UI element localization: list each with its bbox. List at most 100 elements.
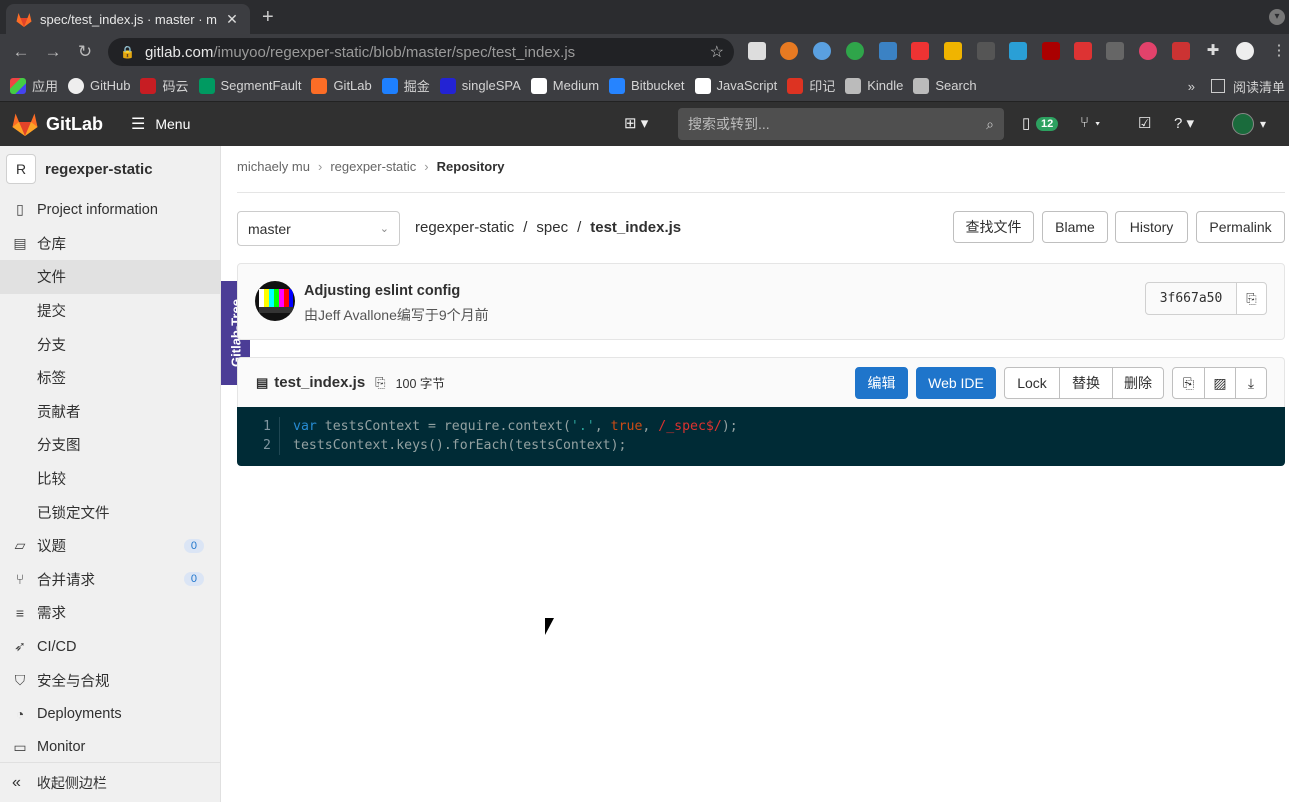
deployments-icon: ◔: [15, 705, 25, 722]
reload-icon[interactable]: ↻: [74, 42, 96, 62]
bookmark-bitbucket[interactable]: Bitbucket: [609, 77, 685, 94]
sidebar-item-merge-requests[interactable]: ⑂ 合并请求 0: [0, 563, 220, 597]
extension-icon[interactable]: [1172, 42, 1190, 60]
bookmark-juejin[interactable]: 掘金: [381, 76, 430, 95]
copy-contents-button[interactable]: ⎘: [1172, 367, 1205, 399]
line-number[interactable]: 2: [237, 438, 279, 453]
reading-list[interactable]: 阅读清单: [1233, 77, 1285, 96]
find-file-button[interactable]: 查找文件: [953, 211, 1034, 243]
blame-button[interactable]: Blame: [1042, 211, 1108, 243]
sidebar-item-commits[interactable]: 提交: [0, 294, 220, 328]
lock-button[interactable]: Lock: [1004, 367, 1060, 399]
extension-icon[interactable]: [1074, 42, 1092, 60]
help-icon[interactable]: ? ▾: [1174, 114, 1194, 132]
lock-icon[interactable]: 🔒: [120, 45, 135, 59]
merge-request-icon[interactable]: ⑂ ▾: [1080, 114, 1102, 131]
address-bar[interactable]: 🔒 gitlab.com /imuyoo/regexper-static/blo…: [108, 38, 734, 66]
commit-sha[interactable]: 3f667a50: [1145, 282, 1237, 315]
history-button[interactable]: History: [1115, 211, 1188, 243]
forward-icon[interactable]: →: [42, 42, 64, 62]
bookmark-star-icon[interactable]: ☆: [710, 42, 724, 62]
extension-icon[interactable]: [977, 42, 995, 60]
breadcrumb-current[interactable]: Repository: [437, 159, 505, 174]
extension-icon[interactable]: [879, 42, 897, 60]
edit-button[interactable]: 编辑: [855, 367, 908, 399]
replace-button[interactable]: 替换: [1059, 367, 1113, 399]
author-avatar[interactable]: [255, 281, 295, 321]
issues-icon[interactable]: ▯: [1022, 114, 1030, 132]
sidebar-item-cicd[interactable]: ➶ CI/CD: [0, 630, 220, 664]
branch-selector[interactable]: master ⌄: [237, 211, 400, 246]
tab-search-icon[interactable]: ▾: [1269, 9, 1285, 25]
puzzle-extensions-icon[interactable]: ✚: [1204, 42, 1222, 60]
bookmark-singlespa[interactable]: singleSPA: [439, 77, 521, 94]
bookmark-gitlab[interactable]: GitLab: [311, 77, 372, 94]
bookmark-yinji[interactable]: 印记: [787, 76, 835, 95]
sidebar-item-requirements[interactable]: ≡ 需求: [0, 596, 220, 630]
commit-title[interactable]: Adjusting eslint config: [304, 283, 460, 299]
user-avatar[interactable]: [1232, 113, 1254, 135]
evernote-icon[interactable]: [846, 42, 864, 60]
extension-icon[interactable]: [1139, 42, 1157, 60]
extension-icon[interactable]: [780, 42, 798, 60]
profile-avatar[interactable]: [1236, 42, 1254, 60]
sidebar-item-contributors[interactable]: 贡献者: [0, 395, 220, 429]
sidebar-item-monitor[interactable]: ▭ Monitor: [0, 731, 220, 765]
open-raw-button[interactable]: ▨: [1204, 367, 1236, 399]
gitlab-logo[interactable]: GitLab: [12, 112, 103, 136]
bookmark-apps[interactable]: 应用: [10, 76, 58, 95]
fe-extension-icon[interactable]: [911, 42, 929, 60]
qr-extension-icon[interactable]: [748, 42, 766, 60]
bookmarks-more-icon[interactable]: »: [1188, 79, 1195, 94]
browser-tab[interactable]: spec/test_index.js · master · m ✕: [6, 4, 250, 34]
collapse-sidebar-button[interactable]: « 收起侧边栏: [0, 762, 220, 802]
sidebar-item-locked-files[interactable]: 已锁定文件: [0, 495, 220, 529]
back-icon[interactable]: ←: [10, 42, 32, 62]
extension-icon[interactable]: [1009, 42, 1027, 60]
bookmark-medium[interactable]: Medium: [530, 77, 599, 94]
menu-button[interactable]: ☰ Menu: [131, 114, 190, 134]
tab-close-icon[interactable]: ✕: [224, 11, 240, 28]
sidebar-item-project-information[interactable]: ▯ Project information: [0, 193, 220, 227]
sidebar-item-issues[interactable]: ▱ 议题 0: [0, 529, 220, 563]
sidebar-item-repository[interactable]: ▤ 仓库: [0, 227, 220, 261]
todo-icon[interactable]: ☑: [1138, 114, 1151, 132]
new-tab-icon[interactable]: +: [262, 6, 274, 29]
sidebar-item-deployments[interactable]: ◔ Deployments: [0, 697, 220, 731]
sidebar-item-branches[interactable]: 分支: [0, 327, 220, 361]
code-line-text: testsContext.keys().forEach(testsContext…: [293, 438, 627, 453]
create-new-icon[interactable]: ⊞ ▾: [624, 114, 648, 132]
m-extension-icon[interactable]: [944, 42, 962, 60]
sidebar-item-files[interactable]: 文件: [0, 260, 220, 294]
project-header[interactable]: R regexper-static: [0, 146, 220, 192]
web-ide-button[interactable]: Web IDE: [916, 367, 996, 399]
path-segment[interactable]: regexper-static: [415, 219, 514, 236]
bookmark-segmentfault[interactable]: SegmentFault: [198, 77, 301, 94]
bookmark-search[interactable]: Search: [913, 77, 977, 94]
sidebar-item-security[interactable]: ⛉ 安全与合规: [0, 663, 220, 697]
delete-button[interactable]: 删除: [1112, 367, 1164, 399]
path-segment[interactable]: spec: [536, 219, 568, 236]
breadcrumb-item[interactable]: michaely mu: [237, 159, 310, 174]
breadcrumb-item[interactable]: regexper-static: [330, 159, 416, 174]
search-input[interactable]: 搜索或转到... ⌕: [678, 108, 1004, 140]
sidebar-item-graph[interactable]: 分支图: [0, 428, 220, 462]
copy-sha-button[interactable]: ⎘: [1236, 282, 1267, 315]
copy-path-icon[interactable]: ⎘: [375, 375, 385, 391]
sidebar-item-tags[interactable]: 标签: [0, 361, 220, 395]
issues-count-badge[interactable]: 12: [1036, 117, 1059, 131]
extension-icon[interactable]: [1106, 42, 1124, 60]
chevron-down-icon[interactable]: ▾: [1260, 117, 1266, 131]
sidebar-item-compare[interactable]: 比较: [0, 462, 220, 496]
download-button[interactable]: ⤓: [1235, 367, 1267, 399]
permalink-button[interactable]: Permalink: [1196, 211, 1285, 243]
extension-icon[interactable]: [813, 42, 831, 60]
bookmark-github[interactable]: GitHub: [68, 77, 130, 94]
bookmark-kindle[interactable]: Kindle: [845, 77, 903, 94]
tab-title: spec/test_index.js · master · m: [40, 11, 217, 27]
bookmark-gitee[interactable]: 码云: [140, 76, 189, 95]
line-number[interactable]: 1: [237, 419, 279, 434]
ublock-icon[interactable]: [1042, 42, 1060, 60]
bookmark-javascript[interactable]: JavaScript: [694, 77, 777, 94]
browser-menu-icon[interactable]: ⋮: [1270, 42, 1288, 60]
